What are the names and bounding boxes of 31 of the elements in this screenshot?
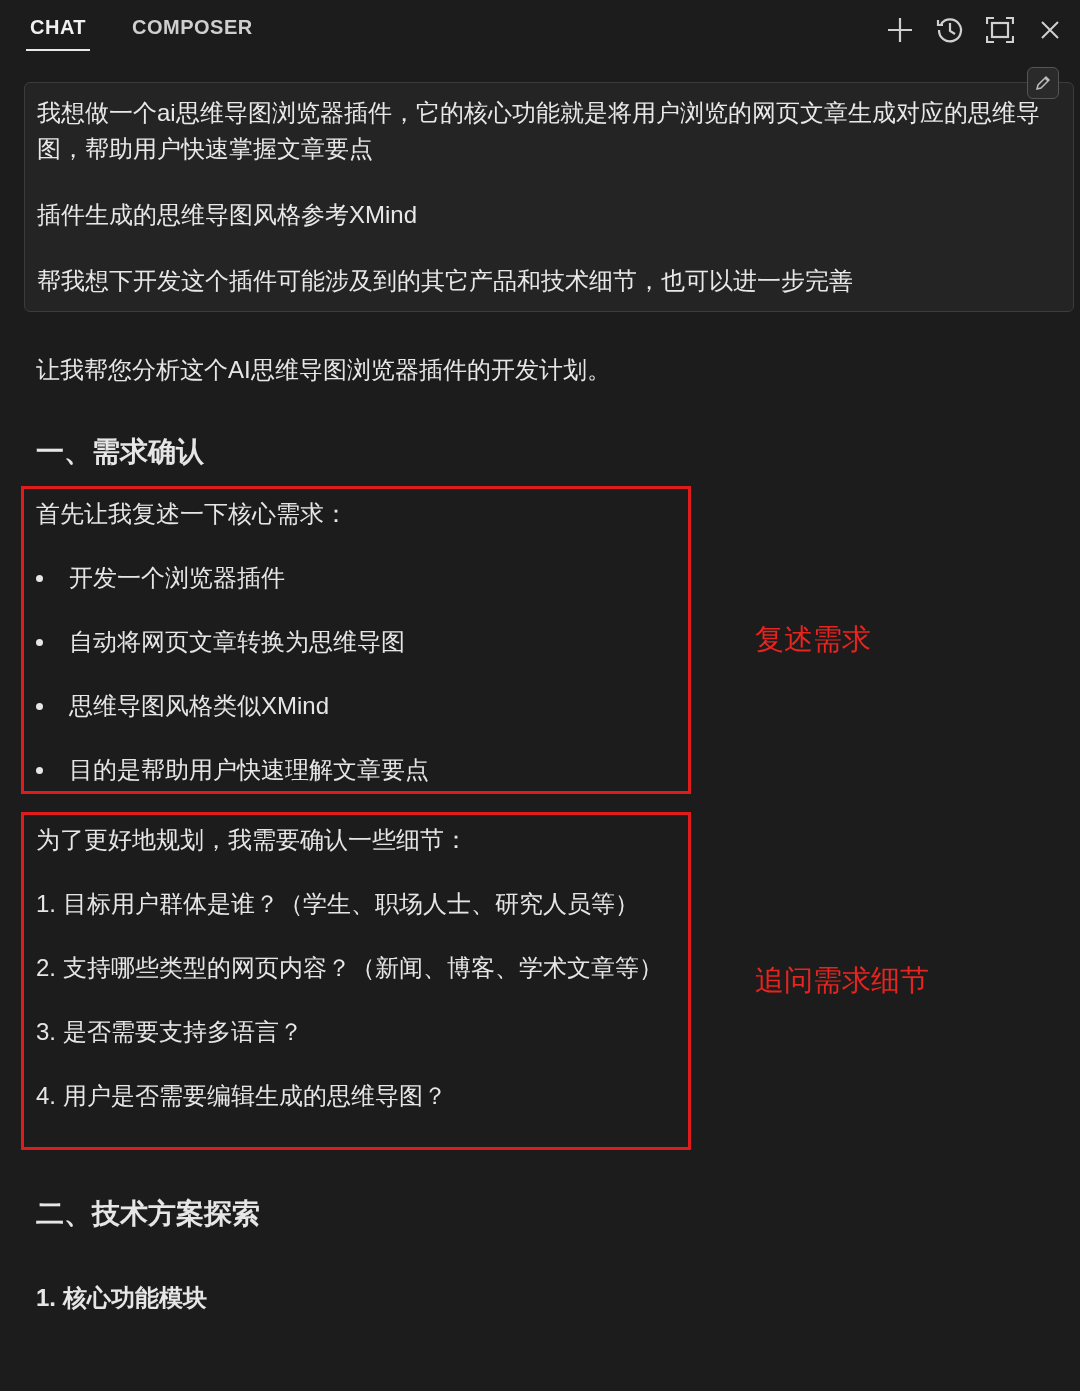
tab[interactable]: COMPOSER <box>128 9 257 51</box>
text-line: 3. 是否需要支持多语言？ <box>36 1017 304 1047</box>
annotation-label: 复述需求 <box>755 622 871 657</box>
list-item: 自动将网页文章转换为思维导图 <box>69 627 405 657</box>
prompt-paragraph: 我想做一个ai思维导图浏览器插件，它的核心功能就是将用户浏览的网页文章生成对应的思维导图，帮助用户快速掌握文章要点 <box>37 98 1041 164</box>
list-item: 思维导图风格类似XMind <box>69 691 330 721</box>
close-icon <box>1040 20 1060 40</box>
pencil-icon <box>1034 74 1052 92</box>
annotation-label: 追问需求细节 <box>755 963 929 998</box>
prompt-paragraph: 插件生成的思维导图风格参考XMind <box>37 200 419 230</box>
bullet-icon <box>36 638 43 646</box>
edit-button[interactable] <box>1027 67 1059 99</box>
history-icon <box>935 15 965 45</box>
add-icon <box>887 17 913 43</box>
text-line: 4. 用户是否需要编辑生成的思维导图？ <box>36 1081 448 1111</box>
reply-paragraph: 让我帮您分析这个AI思维导图浏览器插件的开发计划。 <box>36 355 612 385</box>
text-line: 1. 目标用户群体是谁？（学生、职场人士、研究人员等） <box>36 889 640 919</box>
maximize-icon <box>986 17 1014 43</box>
tab[interactable]: CHAT <box>26 9 91 51</box>
section-heading: 一、需求确认 <box>36 435 205 469</box>
text-line: 为了更好地规划，我需要确认一些细节： <box>36 825 469 855</box>
bullet-icon <box>36 766 43 774</box>
bullet-icon <box>36 702 43 710</box>
text-line: 2. 支持哪些类型的网页内容？（新闻、博客、学术文章等） <box>36 953 664 983</box>
prompt-paragraph: 帮我想下开发这个插件可能涉及到的其它产品和技术细节，也可以进一步完善 <box>37 266 854 296</box>
list-item: 目的是帮助用户快速理解文章要点 <box>69 755 429 785</box>
section-heading: 二、技术方案探索 <box>36 1197 261 1231</box>
text-line: 首先让我复述一下核心需求： <box>36 499 349 529</box>
list-item: 开发一个浏览器插件 <box>69 563 285 593</box>
bullet-icon <box>36 574 43 582</box>
subsection-heading: 1. 核心功能模块 <box>36 1283 208 1313</box>
